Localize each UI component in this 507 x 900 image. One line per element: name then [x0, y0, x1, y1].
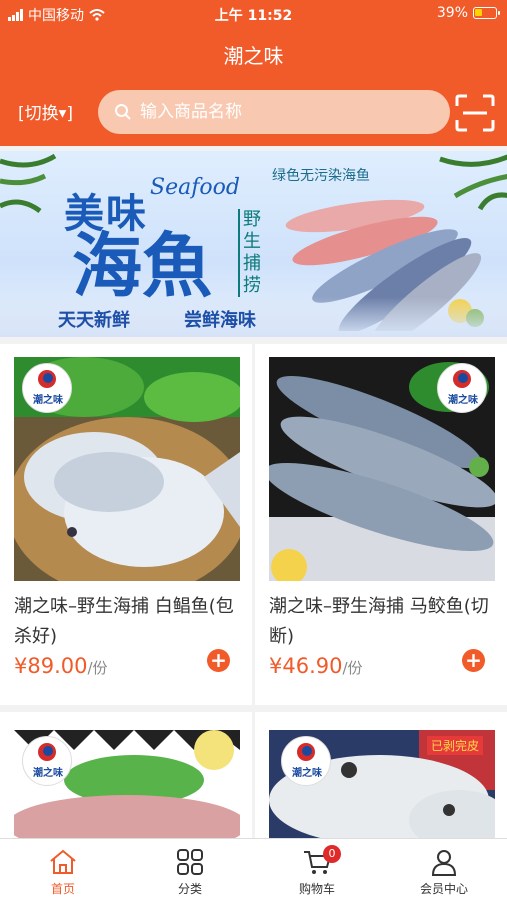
product-name[interactable]: 潮之味–野生海捕 马鲛鱼(切断): [269, 592, 495, 652]
cart-badge: 0: [323, 845, 341, 863]
tab-cart[interactable]: 0 购物车: [254, 839, 380, 900]
product-image[interactable]: 潮之味: [269, 357, 495, 581]
home-icon: [50, 849, 76, 874]
tab-cart-label: 购物车: [298, 882, 335, 896]
product-card[interactable]: 潮之味: [0, 712, 252, 842]
product-price: ¥46.90/份: [269, 654, 363, 678]
banner-vertical-text: 野生捕捞: [238, 209, 264, 297]
scan-icon[interactable]: [455, 94, 495, 132]
brand-logo: 潮之味: [281, 736, 331, 786]
status-bar: 中国移动 上午 11:52 39%: [0, 0, 507, 28]
grid-icon: [177, 849, 203, 875]
header: 中国移动 上午 11:52 39% 潮之味 [切换▼]: [0, 0, 507, 146]
tab-category-label: 分类: [177, 882, 202, 896]
product-card[interactable]: 潮之味 潮之味–野生海捕 马鲛鱼(切断) ¥46.90/份 +: [255, 344, 507, 705]
product-name[interactable]: 潮之味–野生海捕 白鲳鱼(包杀好): [14, 592, 240, 652]
banner-slogan-2: 尝鲜海味: [184, 310, 256, 331]
tab-category[interactable]: 分类: [127, 839, 253, 900]
product-price: ¥89.00/份: [14, 654, 108, 678]
banner-seafood: Seafood: [150, 175, 240, 200]
palm-leaves-left: [0, 153, 57, 214]
status-time: 上午 11:52: [214, 8, 293, 24]
product-card[interactable]: 潮之味 已剥完皮: [255, 712, 507, 842]
brand-logo: 潮之味: [22, 736, 72, 786]
battery-fill: [475, 9, 483, 16]
product-image[interactable]: 潮之味: [14, 730, 240, 840]
battery-percent: 39%: [436, 5, 468, 21]
tab-home-label: 首页: [50, 882, 75, 896]
banner-title-b: 海魚: [72, 224, 212, 307]
promo-banner[interactable]: 绿色无污染海鱼 美味 Seafood 海魚 野生捕捞 天天新鲜 尝鲜海味: [0, 151, 507, 337]
product-image[interactable]: 潮之味 已剥完皮: [269, 730, 495, 840]
add-to-cart-button[interactable]: +: [207, 649, 230, 672]
switch-button[interactable]: [切换▼]: [18, 99, 73, 124]
triangle-down-icon: ▼: [58, 108, 67, 120]
page-title: 潮之味: [223, 44, 284, 68]
search-bar[interactable]: [98, 90, 450, 134]
search-icon: [115, 104, 131, 120]
tab-member-label: 会员中心: [419, 882, 468, 896]
search-input[interactable]: [140, 102, 420, 122]
product-tag: 已剥完皮: [426, 736, 483, 755]
product-image[interactable]: 潮之味: [14, 357, 240, 581]
status-right: 39%: [436, 5, 500, 21]
banner-slogan-1: 天天新鲜: [58, 310, 130, 331]
tab-bar: 首页 分类 0 购物车 会员中心: [0, 838, 507, 900]
tab-member[interactable]: 会员中心: [381, 839, 507, 900]
brand-logo: 潮之味: [22, 363, 72, 413]
battery-icon: [473, 7, 500, 19]
product-card[interactable]: 潮之味 潮之味–野生海捕 白鲳鱼(包杀好) ¥89.00/份 +: [0, 344, 252, 705]
user-icon: [431, 850, 457, 876]
brand-logo: 潮之味: [437, 363, 487, 413]
tab-home[interactable]: 首页: [0, 839, 126, 900]
banner-tag: 绿色无污染海鱼: [272, 168, 370, 184]
add-to-cart-button[interactable]: +: [462, 649, 485, 672]
switch-label: [切换: [18, 104, 59, 124]
